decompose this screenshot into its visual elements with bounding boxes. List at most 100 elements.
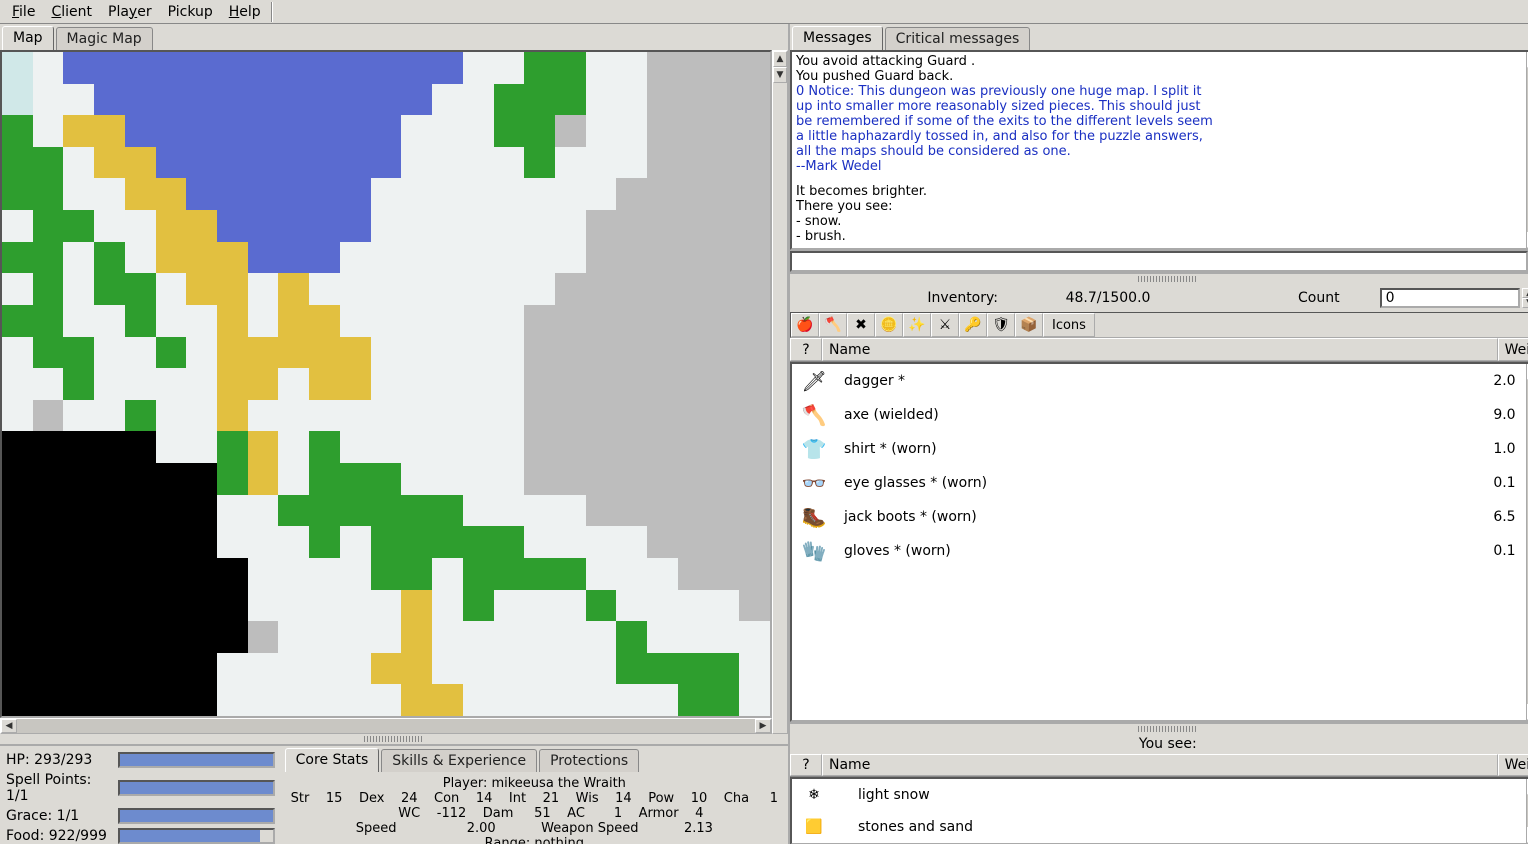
item-icon: 🪓	[798, 401, 830, 429]
spin-down-icon[interactable]: ▼	[1522, 298, 1528, 308]
inventory-item[interactable]: 🪓axe (wielded)9.0	[792, 398, 1526, 432]
inventory-item[interactable]: 🧤gloves * (worn)0.1	[792, 534, 1526, 568]
map-tile	[33, 84, 64, 116]
filter-applied-icon[interactable]: 🪓	[819, 313, 847, 337]
look-item[interactable]: ❄light snow	[792, 779, 1526, 811]
map-tile	[248, 52, 279, 84]
map-tile	[739, 178, 770, 210]
map-tile	[217, 495, 248, 527]
map-tile	[186, 273, 217, 305]
map-tile	[586, 273, 617, 305]
map-tile	[616, 653, 647, 685]
inventory-item[interactable]: 👕shirt * (worn)1.0	[792, 432, 1526, 466]
spin-up-icon[interactable]: ▲	[1522, 288, 1528, 298]
map-scrollbar-horizontal[interactable]: ◀ ▶	[0, 718, 772, 734]
tab-critical-messages[interactable]: Critical messages	[885, 27, 1031, 50]
col-question[interactable]: ?	[790, 754, 822, 776]
filter-all-icon[interactable]: 🍎	[791, 313, 819, 337]
map-tile	[217, 684, 248, 716]
menu-file[interactable]: File	[4, 2, 43, 22]
col-question[interactable]: ?	[790, 338, 822, 361]
map-tile	[524, 558, 555, 590]
tab-skills[interactable]: Skills & Experience	[381, 749, 537, 772]
filter-weapons-icon[interactable]: ⚔	[931, 313, 959, 337]
map-tile	[709, 526, 740, 558]
map-tile	[524, 431, 555, 463]
map-tile	[616, 210, 647, 242]
map-tile	[555, 495, 586, 527]
filter-unpaid-icon[interactable]: ✖	[847, 313, 875, 337]
map-tile	[2, 305, 33, 337]
pane-grip[interactable]	[1138, 276, 1198, 282]
tab-map[interactable]: Map	[2, 26, 54, 50]
col-weight[interactable]: Wei	[1498, 754, 1528, 776]
map-view[interactable]	[0, 50, 772, 718]
map-tile	[2, 210, 33, 242]
scroll-down-icon[interactable]: ▼	[773, 67, 787, 83]
filter-misc-icon[interactable]: 📦	[1015, 313, 1043, 337]
col-name[interactable]: Name	[822, 338, 1498, 361]
map-tile	[616, 590, 647, 622]
tab-protections[interactable]: Protections	[539, 749, 639, 772]
menu-pickup[interactable]: Pickup	[160, 2, 221, 22]
menu-help[interactable]: Help	[221, 2, 269, 22]
tab-magic-map[interactable]: Magic Map	[56, 27, 153, 50]
map-tile	[248, 115, 279, 147]
map-tile	[586, 526, 617, 558]
map-tile	[156, 84, 187, 116]
map-tile	[125, 526, 156, 558]
map-tile	[156, 590, 187, 622]
map-tile	[63, 558, 94, 590]
menu-player[interactable]: Player	[100, 2, 160, 22]
inventory-item[interactable]: 👓eye glasses * (worn)0.1	[792, 466, 1526, 500]
map-tile	[463, 590, 494, 622]
map-tile	[309, 84, 340, 116]
map-tile	[586, 84, 617, 116]
col-weight[interactable]: Wei	[1498, 338, 1528, 361]
filter-magic-icon[interactable]: ✨	[903, 313, 931, 337]
map-tile	[709, 147, 740, 179]
filter-icons-tab[interactable]: Icons	[1043, 313, 1095, 337]
scroll-left-icon[interactable]: ◀	[1, 719, 17, 733]
item-name: jack boots * (worn)	[844, 509, 1472, 525]
map-tile	[309, 495, 340, 527]
look-item[interactable]: 🟨stones and sand	[792, 811, 1526, 843]
col-name[interactable]: Name	[822, 754, 1498, 776]
map-tile	[340, 84, 371, 116]
map-tile	[586, 337, 617, 369]
tab-messages[interactable]: Messages	[792, 26, 883, 50]
pane-grip[interactable]	[1138, 726, 1198, 732]
map-scrollbar-vertical[interactable]: ▲ ▼	[772, 50, 788, 734]
map-tile	[524, 242, 555, 274]
count-input[interactable]: 0	[1380, 288, 1520, 308]
menu-client[interactable]: Client	[43, 2, 100, 22]
map-tile	[555, 368, 586, 400]
map-tile	[371, 210, 402, 242]
filter-armor-icon[interactable]: 🛡	[987, 313, 1015, 337]
map-tile	[494, 115, 525, 147]
map-tile	[432, 273, 463, 305]
map-tile	[371, 526, 402, 558]
map-tile	[2, 52, 33, 84]
map-tile	[371, 400, 402, 432]
pane-grip[interactable]	[364, 736, 424, 742]
map-tile	[739, 368, 770, 400]
map-tile	[647, 463, 678, 495]
filter-keys-icon[interactable]: 🔑	[959, 313, 987, 337]
tab-core-stats[interactable]: Core Stats	[285, 748, 380, 772]
map-tile	[2, 653, 33, 685]
map-tile	[33, 337, 64, 369]
command-input[interactable]	[790, 251, 1528, 272]
map-tile	[186, 526, 217, 558]
map-tile	[278, 526, 309, 558]
map-tile	[309, 684, 340, 716]
map-tile	[248, 337, 279, 369]
map-tile	[156, 273, 187, 305]
map-tile	[524, 337, 555, 369]
filter-coins-icon[interactable]: 🪙	[875, 313, 903, 337]
scroll-up-icon[interactable]: ▲	[773, 51, 787, 67]
inventory-item[interactable]: 🥾jack boots * (worn)6.5	[792, 500, 1526, 534]
scroll-right-icon[interactable]: ▶	[755, 719, 771, 733]
inventory-item[interactable]: 🗡dagger *2.0	[792, 364, 1526, 398]
map-tile	[94, 558, 125, 590]
